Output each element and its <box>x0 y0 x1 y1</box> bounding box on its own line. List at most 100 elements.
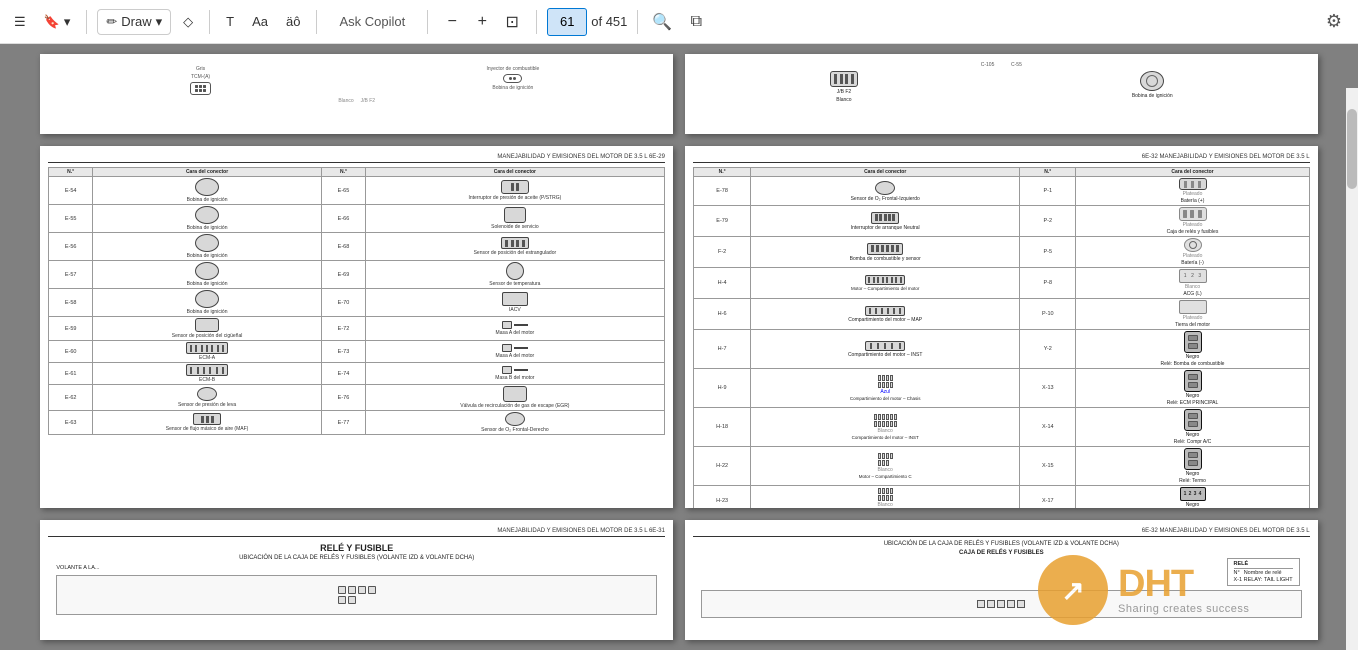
col-face-hdr: Cara del conector <box>751 168 1020 177</box>
relay-name-col: Nombre de relé <box>1244 570 1282 576</box>
code-h23: H-23 <box>694 486 751 509</box>
page-number-input[interactable] <box>547 8 587 36</box>
connector-p2: Plateado Caja de relés y fusibles <box>1076 206 1309 237</box>
code-e63: E-63 <box>49 411 93 435</box>
ask-copilot-button[interactable]: Ask Copilot <box>327 6 417 38</box>
connector-table-right: N.° Cara del conector N.° Cara del conec… <box>693 167 1310 508</box>
table-row: E-78 Sensor de O₂ Frontal-Izquierdo P-1 <box>694 177 1310 206</box>
text-button[interactable]: T <box>220 6 240 38</box>
text-format-button[interactable]: Aa <box>246 6 274 38</box>
connector-e62: Sensor de presión de leva <box>92 385 321 411</box>
code-e69: E-69 <box>322 261 366 289</box>
col-face-header: Cara del conector <box>92 168 321 177</box>
code-h4: H-4 <box>694 268 751 299</box>
multi-page-button[interactable]: ⧉ <box>682 8 710 36</box>
draw-tool-button[interactable]: ✏ Draw ▾ <box>97 9 171 35</box>
code-e78: E-78 <box>694 177 751 206</box>
page-total: of 451 <box>591 14 627 29</box>
connector-e63: Sensor de flujo másico de aire (MAF) <box>92 411 321 435</box>
col-num-hdr: N.° <box>694 168 751 177</box>
search-icon: 🔍 <box>652 12 672 32</box>
table-row: E-59 Sensor de posición del cigüeñal E-7… <box>49 317 665 341</box>
connector-p10: Plateado Tierra del motor <box>1076 299 1309 330</box>
relay-title: RELÉ Y FUSIBLE <box>48 543 665 553</box>
page-navigation: of 451 <box>547 8 627 36</box>
pdf-page-bottom-right: 6E-32 MANEJABILIDAD Y EMISIONES DEL MOTO… <box>685 520 1318 640</box>
right-column: C-105 C-55 J/B F2 Blanco <box>685 54 1318 640</box>
table-row: H-4 <box>694 268 1310 299</box>
separator-4 <box>427 10 428 34</box>
connector-e73: Masa A del motor <box>365 341 664 363</box>
page-header-mid-left: MANEJABILIDAD Y EMISIONES DEL MOTOR DE 3… <box>48 154 665 163</box>
table-row: E-60 <box>49 341 665 363</box>
zoom-in-button[interactable]: + <box>468 8 496 36</box>
table-row: H-6 Comp <box>694 299 1310 330</box>
bookmark-button[interactable]: 🔖 ▾ <box>38 6 77 38</box>
table-row: F-2 Bomb <box>694 237 1310 268</box>
code-e56: E-56 <box>49 233 93 261</box>
text-icon: T <box>226 14 234 29</box>
table-row: E-58 Bobina de ignición E-70 IACV <box>49 289 665 317</box>
code-x15: X-15 <box>1020 447 1076 486</box>
separator-5 <box>536 10 537 34</box>
draw-chevron-icon: ▾ <box>156 14 163 30</box>
code-p2: P-2 <box>1020 206 1076 237</box>
table-row: E-57 Bobina de ignición E-69 Sensor de <box>49 261 665 289</box>
chevron-icon: ▾ <box>64 14 71 30</box>
connector-e60: ECM-A <box>92 341 321 363</box>
connector-e65: Interruptor de presión de aceite (P/STRG… <box>365 177 664 205</box>
code-e61: E-61 <box>49 363 93 385</box>
connector-h4: Motor – Compartimiento del motor <box>751 268 1020 299</box>
toolbar: ☰ 🔖 ▾ ✏ Draw ▾ ◇ T Aa äô Ask Copilot − +… <box>0 0 1358 44</box>
code-e65: E-65 <box>322 177 366 205</box>
eraser-icon: ◇ <box>183 14 193 30</box>
code-e58: E-58 <box>49 289 93 317</box>
connector-x14: Negro Relé: Compr A/C <box>1076 408 1309 447</box>
connector-h9: Azul Compartimiento del motor – Chasis <box>751 369 1020 408</box>
code-e60: E-60 <box>49 341 93 363</box>
code-e72: E-72 <box>322 317 366 341</box>
search-button[interactable]: 🔍 <box>648 8 676 36</box>
code-h18: H-18 <box>694 408 751 447</box>
pdf-page-bottom-left: MANEJABILIDAD Y EMISIONES DEL MOTOR DE 3… <box>40 520 673 640</box>
code-e54: E-54 <box>49 177 93 205</box>
connector-e57: Bobina de ignición <box>92 261 321 289</box>
connector-p5: Plateado Batería (-) <box>1076 237 1309 268</box>
code-e55: E-55 <box>49 205 93 233</box>
table-row: H-22 <box>694 447 1310 486</box>
code-x14: X-14 <box>1020 408 1076 447</box>
connector-e76: Válvula de recirculación de gas de escap… <box>365 385 664 411</box>
emoji-button[interactable]: äô <box>280 6 306 38</box>
code-e59: E-59 <box>49 317 93 341</box>
code-e68: E-68 <box>322 233 366 261</box>
page-header-bottom-right: 6E-32 MANEJABILIDAD Y EMISIONES DEL MOTO… <box>693 528 1310 537</box>
left-column: Gris TCM-(A) <box>40 54 673 640</box>
zoom-controls: − + ⊡ <box>438 8 526 36</box>
scrollbar-track <box>1346 88 1358 650</box>
code-e62: E-62 <box>49 385 93 411</box>
settings-button[interactable]: ⚙ <box>1318 6 1350 38</box>
code-p10: P-10 <box>1020 299 1076 330</box>
fit-page-button[interactable]: ⊡ <box>498 8 526 36</box>
code-e79: E-79 <box>694 206 751 237</box>
connector-h18: Blanco Compartimiento del motor – INST <box>751 408 1020 447</box>
connector-e74: Masa B del motor <box>365 363 664 385</box>
relay-col-header: RELÉ <box>1234 561 1249 567</box>
connector-e69: Sensor de temperatura <box>365 261 664 289</box>
settings-icon: ⚙ <box>1326 11 1342 32</box>
list-icon: ☰ <box>14 14 26 30</box>
eraser-button[interactable]: ◇ <box>177 6 199 38</box>
table-row: E-55 Bobina de ignición E-66 Solenoide <box>49 205 665 233</box>
scrollbar-thumb[interactable] <box>1347 109 1357 189</box>
code-e70: E-70 <box>322 289 366 317</box>
code-y2: Y-2 <box>1020 330 1076 369</box>
code-p1: P-1 <box>1020 177 1076 206</box>
page-header-mid-right: 6E-32 MANEJABILIDAD Y EMISIONES DEL MOTO… <box>693 154 1310 163</box>
code-f2: F-2 <box>694 237 751 268</box>
multi-page-icon: ⧉ <box>691 13 702 31</box>
connector-e72: Masa A del motor <box>365 317 664 341</box>
zoom-out-button[interactable]: − <box>438 8 466 36</box>
list-view-button[interactable]: ☰ <box>8 6 32 38</box>
pdf-viewer: Gris TCM-(A) <box>0 44 1358 650</box>
code-h22: H-22 <box>694 447 751 486</box>
